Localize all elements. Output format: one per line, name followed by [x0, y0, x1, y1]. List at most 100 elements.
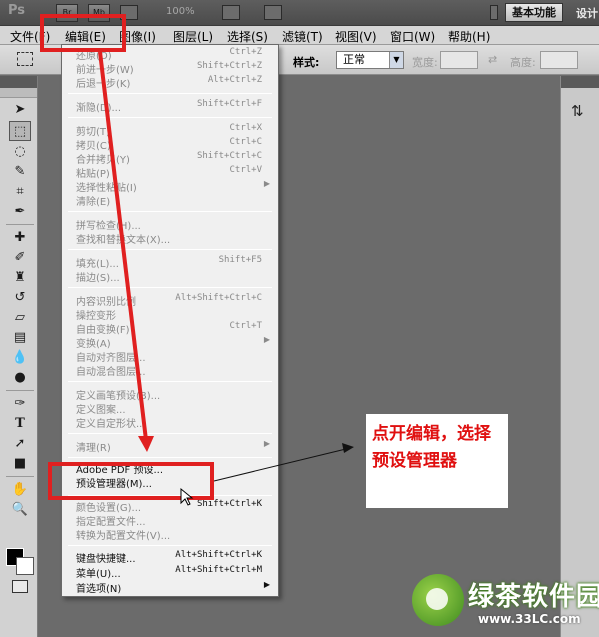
menu-separator: [68, 457, 272, 458]
clone-stamp-tool-icon[interactable]: ♜: [9, 268, 31, 288]
menu-item-define-custom-shape[interactable]: 定义自定形状...: [76, 415, 270, 430]
eyedropper-tool-icon[interactable]: ✒: [9, 202, 31, 222]
watermark-url: www.33LC.com: [478, 612, 581, 626]
menu-help[interactable]: 帮助(H): [448, 28, 490, 45]
tools-divider: [6, 224, 34, 225]
marquee-tool-preset-icon[interactable]: [17, 52, 33, 66]
collapse-icon[interactable]: [490, 5, 498, 20]
path-selection-tool-icon[interactable]: ➚: [9, 434, 31, 454]
rectangle-tool-icon[interactable]: ■: [9, 454, 31, 474]
callout-text: 点开编辑，选择预设管理器: [372, 424, 491, 471]
crop-tool-icon[interactable]: ⌗: [9, 182, 31, 202]
pointer-arrow-head: [342, 443, 354, 453]
move-tool-icon[interactable]: ➤: [9, 100, 31, 120]
eraser-tool-icon[interactable]: ▱: [9, 308, 31, 328]
workspace-design-button[interactable]: 设计: [576, 5, 598, 21]
instruction-callout: 点开编辑，选择预设管理器: [366, 414, 508, 508]
menu-item-cut[interactable]: 剪切(T) Ctrl+X: [76, 123, 270, 138]
style-select[interactable]: 正常 ▼: [336, 51, 404, 69]
spot-healing-tool-icon[interactable]: ✚: [9, 228, 31, 248]
menu-item-color-settings[interactable]: 颜色设置(G)... Shift+Ctrl+K: [76, 499, 270, 514]
menu-item-copy-merged[interactable]: 合并拷贝(Y) Shift+Ctrl+C: [76, 151, 270, 166]
edit-menu-dropdown: 还原(O) Ctrl+Z 前进一步(W) Shift+Ctrl+Z 后退一步(K) A…: [61, 44, 279, 597]
quick-selection-tool-icon[interactable]: ✎: [9, 162, 31, 182]
menu-item-menus[interactable]: 菜单(U)... Alt+Shift+Ctrl+M: [76, 565, 270, 580]
style-label: 样式:: [293, 56, 320, 69]
menu-item-clear[interactable]: 清除(E): [76, 193, 270, 208]
chevron-down-icon: ▼: [389, 52, 403, 68]
zoom-tool-icon[interactable]: 🔍: [9, 500, 31, 520]
menu-item-auto-blend-layers[interactable]: 自动混合图层...: [76, 363, 270, 378]
style-select-value: 正常: [343, 53, 365, 66]
menu-separator: [68, 287, 272, 288]
quick-mask-icon[interactable]: [12, 580, 28, 593]
height-label: 高度:: [510, 56, 536, 69]
menu-separator: [68, 545, 272, 546]
menu-window[interactable]: 窗口(W): [390, 28, 435, 45]
menu-separator: [68, 249, 272, 250]
tools-panel-header[interactable]: [0, 76, 37, 88]
preset-manager-highlight: [48, 462, 214, 500]
submenu-arrow-icon: ▶: [263, 580, 270, 589]
menu-item-assign-profile[interactable]: 指定配置文件...: [76, 513, 270, 528]
menu-item-find-replace-text[interactable]: 查找和替换文本(X)...: [76, 231, 270, 246]
photoshop-logo: Ps: [8, 3, 26, 18]
workspace-essentials-button[interactable]: 基本功能: [505, 3, 563, 22]
menu-item-stroke[interactable]: 描边(S)...: [76, 269, 270, 284]
screen-mode-icon[interactable]: [264, 5, 282, 20]
menu-separator: [68, 211, 272, 212]
menu-layer[interactable]: 图层(L): [173, 28, 213, 45]
site-watermark: 绿茶软件园 www.33LC.com: [412, 574, 599, 637]
menu-item-copy[interactable]: 拷贝(C) Ctrl+C: [76, 137, 270, 152]
menu-item-paste[interactable]: 粘贴(P) Ctrl+V: [76, 165, 270, 180]
menu-separator: [68, 433, 272, 434]
history-brush-tool-icon[interactable]: ↺: [9, 288, 31, 308]
menu-item-content-aware-scale[interactable]: 内容识别比例 Alt+Shift+Ctrl+C: [76, 293, 270, 308]
history-panel-icon[interactable]: ⇅: [571, 102, 584, 120]
menu-item-define-brush-preset[interactable]: 定义画笔预设(B)...: [76, 387, 270, 402]
submenu-arrow-icon: ▶: [263, 439, 270, 448]
menu-item-keyboard-shortcuts[interactable]: 键盘快捷键... Alt+Shift+Ctrl+K: [76, 550, 270, 565]
menu-item-transform[interactable]: 变换(A) ▶: [76, 335, 270, 350]
swap-icon[interactable]: ⇄: [488, 53, 497, 66]
brush-tool-icon[interactable]: ✐: [9, 248, 31, 268]
menu-item-step-forward[interactable]: 前进一步(W) Shift+Ctrl+Z: [76, 61, 270, 76]
menu-item-step-backward[interactable]: 后退一步(K) Alt+Ctrl+Z: [76, 75, 270, 90]
submenu-arrow-icon: ▶: [263, 335, 270, 344]
type-tool-icon[interactable]: T: [9, 414, 31, 434]
menu-item-convert-to-profile[interactable]: 转换为配置文件(V)...: [76, 527, 270, 542]
tools-panel-grip[interactable]: [0, 88, 37, 98]
panel-strip-header[interactable]: [561, 76, 599, 88]
menu-item-fill[interactable]: 填充(L)... Shift+F5: [76, 255, 270, 270]
width-input[interactable]: [440, 51, 478, 69]
zoom-level[interactable]: 100%: [166, 6, 195, 17]
menu-item-paste-special[interactable]: 选择性粘贴(I) ▶: [76, 179, 270, 194]
menu-separator: [68, 381, 272, 382]
leaf-logo-icon: [412, 574, 464, 626]
hand-tool-icon[interactable]: ✋: [9, 480, 31, 500]
blur-tool-icon[interactable]: 💧: [9, 348, 31, 368]
menu-item-purge[interactable]: 清理(R) ▶: [76, 439, 270, 454]
gradient-tool-icon[interactable]: ▤: [9, 328, 31, 348]
menu-item-preferences[interactable]: 首选项(N) ▶: [76, 580, 270, 595]
menu-select[interactable]: 选择(S): [227, 28, 268, 45]
arrange-documents-icon[interactable]: [222, 5, 240, 20]
tools-divider: [6, 390, 34, 391]
menu-item-fade[interactable]: 渐隐(D)... Shift+Ctrl+F: [76, 99, 270, 114]
menu-item-auto-align-layers[interactable]: 自动对齐图层...: [76, 349, 270, 364]
menu-view[interactable]: 视图(V): [335, 28, 377, 45]
menu-filter[interactable]: 滤镜(T): [282, 28, 323, 45]
submenu-arrow-icon: ▶: [263, 179, 270, 188]
menu-item-free-transform[interactable]: 自由变换(F) Ctrl+T: [76, 321, 270, 336]
menu-separator: [68, 117, 272, 118]
lasso-tool-icon[interactable]: ◌: [9, 142, 31, 162]
menu-item-puppet-warp[interactable]: 操控变形: [76, 307, 270, 322]
background-color-swatch[interactable]: [16, 557, 34, 575]
pen-tool-icon[interactable]: ✑: [9, 394, 31, 414]
height-input[interactable]: [540, 51, 578, 69]
dodge-tool-icon[interactable]: ●: [9, 368, 31, 388]
menu-item-define-pattern[interactable]: 定义图案...: [76, 401, 270, 416]
menu-item-check-spelling[interactable]: 拼写检查(H)...: [76, 217, 270, 232]
rectangular-marquee-tool-icon[interactable]: ⬚: [9, 121, 31, 141]
menu-separator: [68, 93, 272, 94]
